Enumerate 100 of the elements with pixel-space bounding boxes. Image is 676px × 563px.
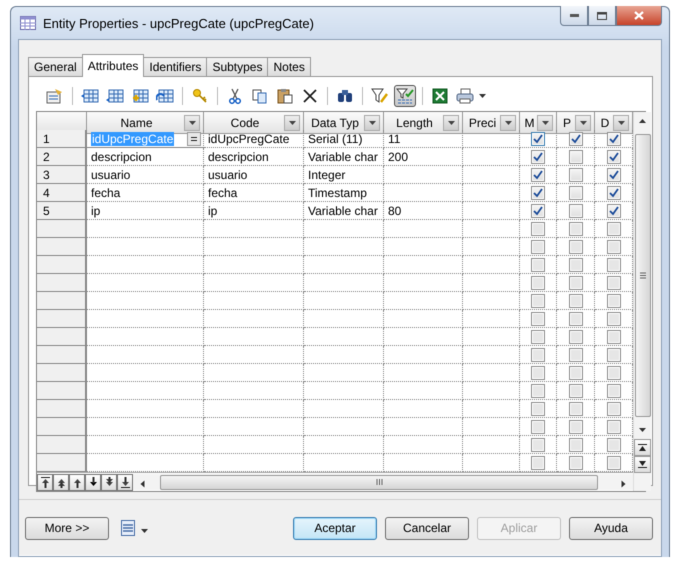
- checkbox[interactable]: [606, 258, 620, 272]
- column-header[interactable]: Preci: [463, 112, 520, 134]
- row-header[interactable]: [37, 382, 87, 400]
- checkbox[interactable]: [531, 150, 545, 164]
- checkbox[interactable]: [531, 402, 545, 416]
- row-nav-button[interactable]: [37, 474, 53, 490]
- column-header[interactable]: P: [557, 112, 595, 134]
- row-nav-button[interactable]: [85, 474, 101, 490]
- column-dropdown[interactable]: [613, 114, 629, 130]
- checkbox[interactable]: [606, 438, 620, 452]
- tab[interactable]: Subtypes: [206, 57, 268, 76]
- dialog-button[interactable]: Cancelar: [385, 516, 469, 540]
- checkbox[interactable]: [568, 420, 582, 434]
- checkbox[interactable]: [568, 312, 582, 326]
- row-header[interactable]: [37, 220, 87, 238]
- checkbox[interactable]: [606, 330, 620, 344]
- checkbox[interactable]: [606, 366, 620, 380]
- column-dropdown[interactable]: [184, 114, 200, 130]
- checkbox[interactable]: [568, 240, 582, 254]
- column-dropdown[interactable]: [443, 114, 459, 130]
- checkbox[interactable]: [606, 456, 620, 470]
- column-dropdown[interactable]: [575, 114, 591, 130]
- column-dropdown[interactable]: [537, 114, 553, 130]
- dialog-button[interactable]: Ayuda: [569, 516, 653, 540]
- checkbox[interactable]: [606, 294, 620, 308]
- column-header[interactable]: D: [595, 112, 633, 134]
- checkbox[interactable]: [606, 132, 620, 146]
- row-header[interactable]: [37, 310, 87, 328]
- tab[interactable]: Notes: [267, 57, 311, 76]
- row-nav-button[interactable]: [117, 474, 133, 490]
- checkbox[interactable]: [531, 132, 545, 146]
- checkbox[interactable]: [606, 168, 620, 182]
- checkbox[interactable]: [606, 150, 620, 164]
- row-header[interactable]: [37, 274, 87, 292]
- checkbox[interactable]: [568, 222, 582, 236]
- checkbox[interactable]: [568, 168, 582, 182]
- column-header[interactable]: M: [520, 112, 557, 134]
- checkbox[interactable]: [531, 384, 545, 398]
- row-header[interactable]: [37, 364, 87, 382]
- horizontal-scrollbar[interactable]: [133, 474, 633, 490]
- checkbox[interactable]: [606, 240, 620, 254]
- minimize-button[interactable]: [560, 6, 588, 26]
- checkbox[interactable]: [606, 312, 620, 326]
- column-dropdown[interactable]: [364, 114, 380, 130]
- scroll-top-button[interactable]: [634, 439, 651, 456]
- column-dropdown[interactable]: [284, 114, 300, 130]
- checkbox[interactable]: [531, 438, 545, 452]
- row-header[interactable]: [37, 400, 87, 418]
- row-header[interactable]: [37, 418, 87, 436]
- row-header[interactable]: 3: [37, 166, 87, 184]
- column-header[interactable]: Length: [384, 112, 463, 134]
- tab[interactable]: Attributes: [82, 54, 144, 77]
- checkbox[interactable]: [531, 276, 545, 290]
- checkbox[interactable]: [531, 348, 545, 362]
- checkbox[interactable]: [531, 258, 545, 272]
- checkbox[interactable]: [531, 222, 545, 236]
- checkbox[interactable]: [531, 456, 545, 470]
- checkbox[interactable]: [568, 258, 582, 272]
- checkbox[interactable]: [606, 186, 620, 200]
- checkbox[interactable]: [568, 204, 582, 218]
- checkbox[interactable]: [531, 294, 545, 308]
- checkbox[interactable]: [568, 402, 582, 416]
- checkbox[interactable]: [531, 204, 545, 218]
- tab[interactable]: General: [28, 57, 83, 76]
- checkbox[interactable]: [568, 384, 582, 398]
- row-header[interactable]: 4: [37, 184, 87, 202]
- filter-toggle-button[interactable]: [394, 85, 416, 107]
- row-header[interactable]: [37, 346, 87, 364]
- checkbox[interactable]: [531, 330, 545, 344]
- checkbox[interactable]: [606, 204, 620, 218]
- row-header[interactable]: [37, 238, 87, 256]
- column-header[interactable]: Name: [87, 112, 204, 134]
- checkbox[interactable]: [531, 366, 545, 380]
- row-header[interactable]: [37, 256, 87, 274]
- maximize-button[interactable]: [588, 6, 616, 26]
- checkbox[interactable]: [568, 456, 582, 470]
- checkbox[interactable]: [531, 312, 545, 326]
- row-header[interactable]: [37, 292, 87, 310]
- vertical-scrollbar[interactable]: [633, 112, 651, 491]
- checkbox[interactable]: [531, 420, 545, 434]
- row-nav-button[interactable]: [69, 474, 85, 490]
- checkbox[interactable]: [568, 186, 582, 200]
- checkbox[interactable]: [606, 402, 620, 416]
- checkbox[interactable]: [568, 150, 582, 164]
- row-nav-button[interactable]: [53, 474, 69, 490]
- checkbox[interactable]: [568, 438, 582, 452]
- checkbox[interactable]: [568, 366, 582, 380]
- checkbox[interactable]: [606, 420, 620, 434]
- checkbox[interactable]: [531, 186, 545, 200]
- checkbox[interactable]: [606, 348, 620, 362]
- checkbox[interactable]: [568, 132, 582, 146]
- row-header[interactable]: [37, 436, 87, 454]
- column-dropdown[interactable]: [500, 114, 516, 130]
- row-nav-button[interactable]: [101, 474, 117, 490]
- scroll-bottom-button[interactable]: [634, 456, 651, 473]
- column-header[interactable]: Code: [204, 112, 304, 134]
- more-button[interactable]: More >>: [25, 516, 109, 540]
- row-header[interactable]: [37, 328, 87, 346]
- scroll-thumb[interactable]: [160, 474, 598, 490]
- checkbox[interactable]: [568, 276, 582, 290]
